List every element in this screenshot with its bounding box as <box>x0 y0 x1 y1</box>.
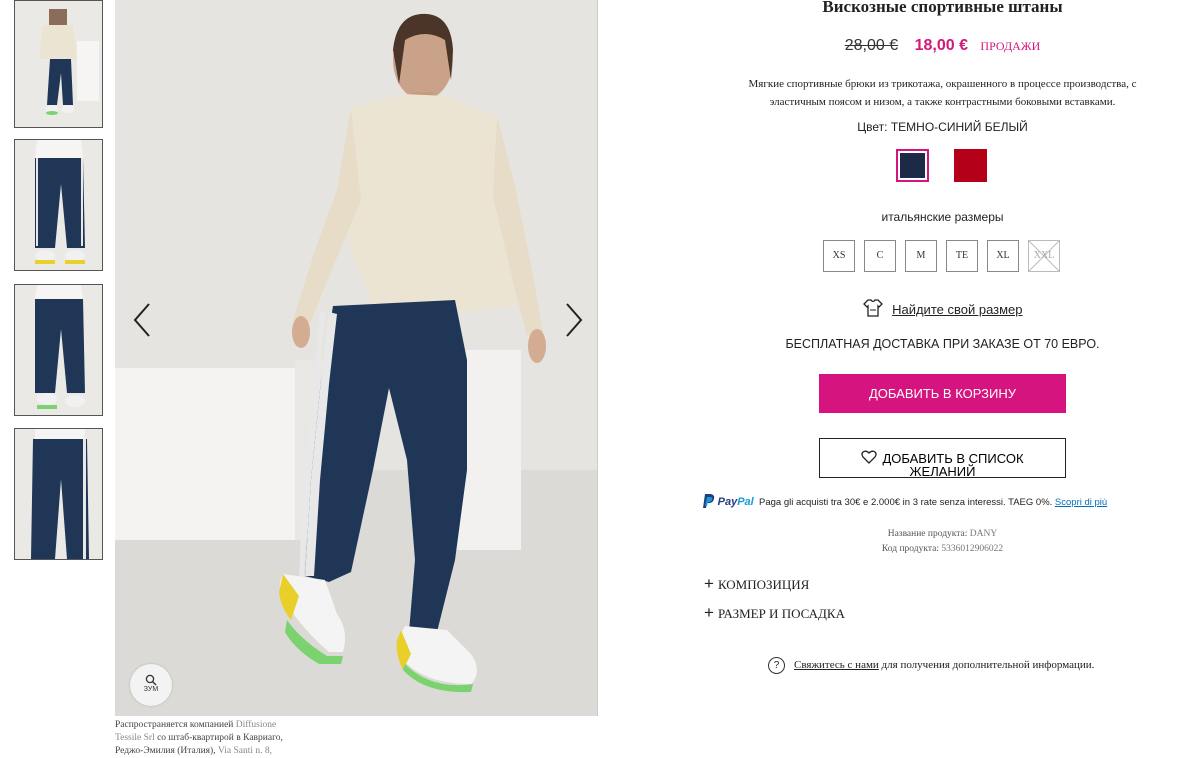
color-swatch-red[interactable] <box>954 149 987 182</box>
heart-icon <box>861 450 878 464</box>
accordion-composition-label: КОМПОЗИЦИЯ <box>717 577 810 592</box>
paypal-brand: PayPal <box>718 496 754 508</box>
paypal-learn-more-link[interactable]: Scopri di più <box>1055 497 1107 508</box>
credit-link-2[interactable]: Tessile Srl <box>115 733 155 743</box>
color-label: Цвет: <box>857 120 888 134</box>
wishlist-label-2: ЖЕЛАНИЙ <box>909 464 976 479</box>
zoom-label: ЗУМ <box>143 686 159 693</box>
product-name-row: Название продукта: DANY <box>690 529 1195 539</box>
find-size-label: Найдите свой размер <box>892 302 1023 317</box>
plus-icon: + <box>704 574 714 593</box>
size-option-xs[interactable]: XS <box>823 240 855 272</box>
thumbnail-3[interactable] <box>14 284 103 416</box>
contact-us-link[interactable]: Свяжитесь с нами <box>794 659 879 671</box>
main-product-image[interactable]: ЗУМ <box>115 0 598 716</box>
paypal-logo-icon <box>703 494 715 508</box>
color-info: Цвет: ТЕМНО-СИНИЙ БЕЛЫЙ <box>690 120 1195 134</box>
sizes-label: итальянские размеры <box>881 210 1004 224</box>
product-photo <box>115 0 597 716</box>
contact-text: для получения дополнительной информации. <box>881 659 1095 672</box>
color-value: ТЕМНО-СИНИЙ БЕЛЫЙ <box>890 120 1028 134</box>
size-guide-icon <box>863 299 884 317</box>
product-description: Мягкие спортивные брюки из трикотажа, ок… <box>748 78 1137 108</box>
thumbnail-2[interactable] <box>14 139 103 271</box>
add-to-cart-button[interactable]: ДОБАВИТЬ В КОРЗИНУ <box>819 374 1066 413</box>
zoom-button[interactable]: ЗУМ <box>130 664 172 706</box>
price-block: 28,00 € 18,00 € ПРОДАЖИ <box>690 37 1195 55</box>
credit-link-1[interactable]: Diffusione <box>236 720 276 730</box>
size-label-xxl: XXL <box>1033 250 1055 261</box>
distributor-credit: Распространяется компанией Diffusione Te… <box>115 719 315 758</box>
product-code-row: Код продукта: 5336012906022 <box>690 544 1195 554</box>
credit-text-2: со штаб-квартирой в Кавриаго, <box>157 733 283 743</box>
product-name-value: DANY <box>969 529 998 539</box>
size-option-xl[interactable]: XL <box>987 240 1019 272</box>
thumbnail-1[interactable] <box>14 0 103 128</box>
thumbnail-4[interactable] <box>14 428 103 560</box>
paypal-installments: PayPal Paga gli acquisti tra 30€ e 2.000… <box>703 494 1183 508</box>
accordion-size-fit[interactable]: + РАЗМЕР И ПОСАДКА <box>704 603 845 623</box>
size-option-te[interactable]: TE <box>946 240 978 272</box>
credit-text-1: Распространяется компанией <box>115 720 234 730</box>
free-shipping-note: БЕСПЛАТНАЯ ДОСТАВКА ПРИ ЗАКАЗЕ ОТ 70 ЕВР… <box>785 337 1100 351</box>
paypal-brand-2: Pal <box>737 496 754 508</box>
product-name-label: Название продукта: <box>887 529 968 539</box>
size-option-c[interactable]: C <box>864 240 896 272</box>
size-option-xxl-unavailable[interactable]: XXL <box>1028 240 1060 272</box>
plus-icon: + <box>704 603 714 622</box>
accordion-size-fit-label: РАЗМЕР И ПОСАДКА <box>717 606 845 621</box>
add-to-wishlist-button[interactable]: ДОБАВИТЬ В СПИСОК ЖЕЛАНИЙ <box>819 438 1066 478</box>
find-your-size-link[interactable]: Найдите свой размер <box>690 298 1195 318</box>
product-code-value: 5336012906022 <box>941 544 1004 554</box>
sale-label: ПРОДАЖИ <box>980 39 1041 53</box>
contact-info: ? Свяжитесь с нами для получения дополнит… <box>768 657 1188 674</box>
credit-text-3: Реджо-Эмилия (Италия), <box>115 746 216 756</box>
credit-link-3[interactable]: Via Santi n. 8, <box>218 746 272 756</box>
paypal-text: Paga gli acquisti tra 30€ e 2.000€ in 3 … <box>759 497 1053 508</box>
magnifier-icon <box>145 674 157 686</box>
product-title: Вискозные спортивные штаны <box>822 0 1063 16</box>
next-image-arrow[interactable] <box>559 300 589 340</box>
prev-image-arrow[interactable] <box>127 300 157 340</box>
accordion-composition[interactable]: + КОМПОЗИЦИЯ <box>704 574 809 594</box>
paypal-brand-1: Pay <box>717 496 738 508</box>
product-code-label: Код продукта: <box>881 544 939 554</box>
sale-price: 18,00 € <box>914 37 968 54</box>
old-price: 28,00 € <box>844 37 899 54</box>
color-swatch-navy[interactable] <box>896 149 929 182</box>
size-option-m[interactable]: M <box>905 240 937 272</box>
question-icon: ? <box>768 657 785 674</box>
